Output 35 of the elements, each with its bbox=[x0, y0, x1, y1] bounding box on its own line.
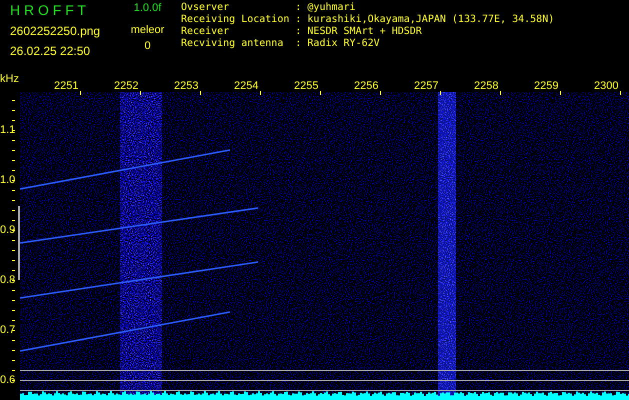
x-axis-label: 2300 bbox=[594, 80, 618, 92]
x-axis-label: 2259 bbox=[534, 80, 558, 92]
info-label: Receiving Location bbox=[181, 14, 290, 26]
colon-separator: : bbox=[295, 38, 302, 50]
y-axis-label: 0.7 bbox=[0, 324, 16, 336]
colon-separator: : bbox=[295, 2, 302, 14]
x-axis-label: 2251 bbox=[54, 80, 78, 92]
meteor-label: meleor bbox=[130, 24, 164, 37]
meteor-count: 0 bbox=[144, 40, 151, 53]
info-label: Recviving antenna bbox=[181, 38, 284, 50]
y-axis-label: 0.6 bbox=[0, 374, 16, 386]
x-axis-label: 2255 bbox=[294, 80, 318, 92]
info-label: Ovserver bbox=[181, 2, 230, 14]
info-value: @yuhmari bbox=[307, 2, 357, 14]
colon-separator: : bbox=[295, 26, 302, 38]
info-value: kurashiki,Okayama,JAPAN (133.77E, 34.58N) bbox=[307, 14, 554, 26]
date-time: 26.02.25 22:50 bbox=[10, 44, 90, 58]
x-axis-label: 2257 bbox=[414, 80, 438, 92]
x-axis-label: 2252 bbox=[114, 80, 138, 92]
y-axis-label: 1.1 bbox=[0, 124, 16, 136]
x-axis-label: 2256 bbox=[354, 80, 378, 92]
x-axis-label: 2258 bbox=[474, 80, 498, 92]
colon-separator: : bbox=[295, 14, 302, 26]
y-axis-label: 1.0 bbox=[0, 174, 16, 186]
y-axis-label: 0.9 bbox=[0, 224, 16, 236]
axis-unit: kHz bbox=[0, 73, 19, 85]
info-label: Receiver bbox=[181, 26, 230, 38]
info-value: Radix RY-62V bbox=[307, 38, 381, 50]
y-axis-label: 0.8 bbox=[0, 274, 16, 286]
version-label: 1.0.0f bbox=[134, 2, 162, 15]
info-value: NESDR SMArt + HDSDR bbox=[307, 26, 423, 38]
x-axis-label: 2254 bbox=[234, 80, 258, 92]
file-name: 2602252250.png bbox=[10, 24, 100, 38]
x-axis-label: 2253 bbox=[174, 80, 198, 92]
app-title: H R O F F T bbox=[10, 2, 87, 18]
